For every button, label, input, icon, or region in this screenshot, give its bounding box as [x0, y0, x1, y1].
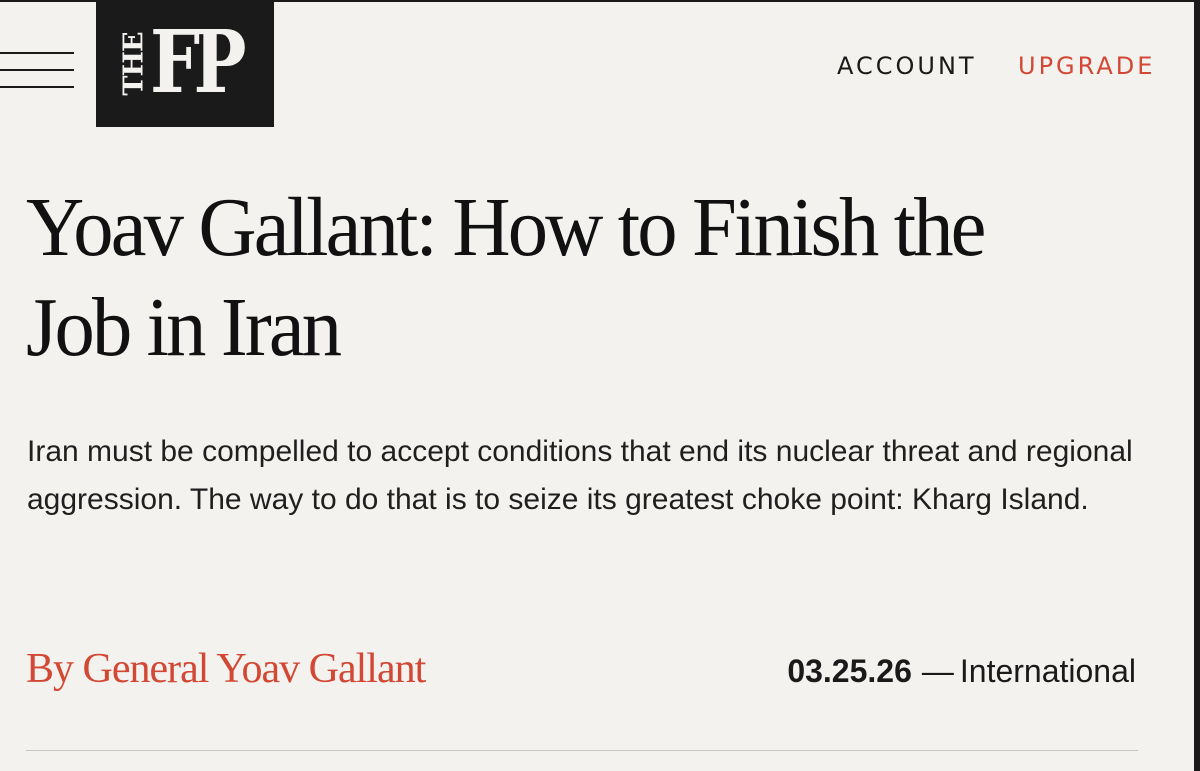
divider — [26, 750, 1138, 751]
section-link[interactable]: International — [960, 653, 1136, 689]
menu-line — [0, 52, 74, 54]
article-dek: Iran must be compelled to accept conditi… — [27, 435, 1133, 516]
author-byline-link[interactable]: By General Yoav Gallant — [26, 641, 426, 697]
upgrade-link[interactable]: UPGRADE — [1018, 52, 1155, 80]
site-logo[interactable]: THE FP — [96, 0, 274, 127]
article-headline: Yoav Gallant: How to Finish the Job in I… — [26, 181, 986, 374]
account-link[interactable]: ACCOUNT — [837, 52, 977, 80]
menu-line — [0, 86, 74, 88]
right-edge-border — [1194, 0, 1200, 771]
logo-fp-text: FP — [150, 12, 247, 113]
publish-date: 03.25.26 — [787, 653, 912, 689]
meta-separator: — — [921, 653, 954, 689]
hamburger-menu-icon[interactable] — [0, 52, 74, 92]
article-meta: 03.25.26— International — [787, 651, 1136, 691]
logo-the-text: THE — [118, 32, 150, 96]
menu-line — [0, 69, 74, 71]
